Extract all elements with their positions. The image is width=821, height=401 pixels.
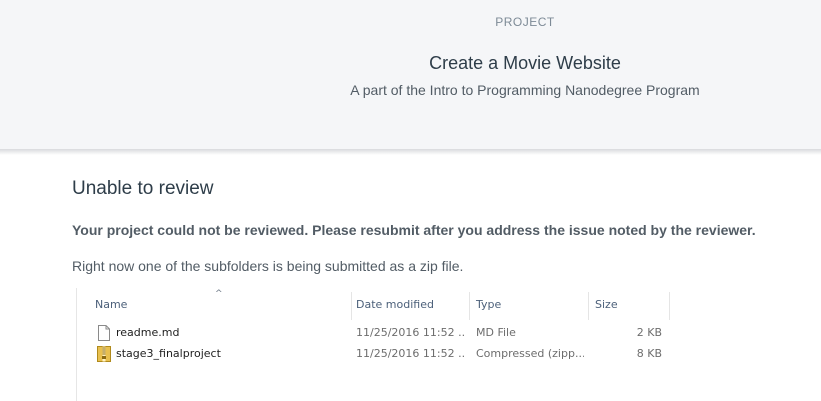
project-eyebrow: PROJECT [495, 15, 555, 29]
file-type: Compressed (zipp... [476, 347, 584, 360]
file-size: 2 KB [636, 326, 662, 339]
column-header-name[interactable]: Name [91, 290, 351, 320]
text-file-icon [98, 325, 110, 341]
file-date-modified: 11/25/2016 11:52 ... [356, 326, 466, 339]
project-title: Create a Movie Website [429, 53, 621, 73]
column-separator [469, 292, 470, 320]
file-name: stage3_finalproject [116, 347, 221, 360]
file-name: readme.md [116, 326, 180, 339]
file-date-modified: 11/25/2016 11:52 ... [356, 347, 466, 360]
file-row[interactable]: stage3_finalproject 11/25/2016 11:52 ...… [76, 344, 676, 364]
project-subtitle: A part of the Intro to Programming Nanod… [350, 82, 700, 98]
file-row[interactable]: readme.md 11/25/2016 11:52 ... MD File 2… [76, 323, 676, 343]
reviewer-comment: Right now one of the subfolders is being… [72, 258, 464, 274]
file-explorer-screenshot: ^ Name Date modified Type Size readme.md… [76, 288, 676, 401]
file-type: MD File [476, 326, 516, 339]
review-status-heading: Unable to review [72, 178, 214, 199]
project-header: PROJECT Create a Movie Website A part of… [0, 0, 821, 149]
header-divider [0, 149, 821, 155]
column-separator [588, 292, 589, 320]
file-size: 8 KB [636, 347, 662, 360]
zip-folder-icon [97, 346, 111, 362]
column-header-type[interactable]: Type [472, 290, 588, 320]
review-notice: Your project could not be reviewed. Plea… [72, 222, 756, 238]
column-separator [669, 292, 670, 320]
column-header-size[interactable]: Size [591, 290, 669, 320]
column-header-date-modified[interactable]: Date modified [352, 290, 469, 320]
